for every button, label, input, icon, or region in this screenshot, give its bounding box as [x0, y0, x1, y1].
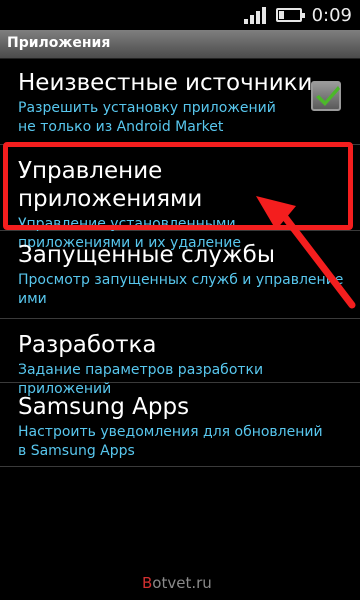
screen: 0:09 Приложения Неизвестные источники Ра… [0, 0, 360, 600]
watermark-first-letter: B [142, 574, 153, 592]
watermark-rest: otvet.ru [152, 574, 212, 592]
watermark: Botvet.ru [142, 574, 212, 592]
red-arrow-icon [256, 196, 356, 309]
